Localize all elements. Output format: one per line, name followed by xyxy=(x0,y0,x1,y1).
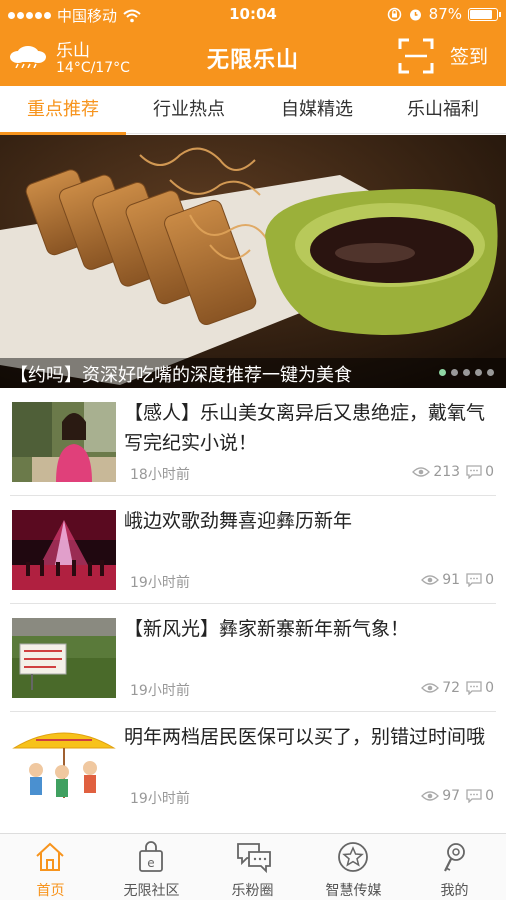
bottom-nav: 首页 e 无限社区 乐粉圈 智慧传媒 我的 xyxy=(0,833,506,900)
view-count: 91 xyxy=(442,572,461,588)
news-thumbnail xyxy=(12,618,116,698)
alarm-icon xyxy=(409,9,421,20)
comment-count: 0 xyxy=(485,464,494,480)
news-meta: 19小时前 97 0 xyxy=(130,788,494,808)
battery-icon xyxy=(468,7,501,21)
tab-industry-hot[interactable]: 行业热点 xyxy=(126,86,252,134)
signin-button[interactable]: 签到 xyxy=(450,42,488,69)
nav-label: 智慧传媒 xyxy=(325,883,382,899)
news-item[interactable]: 峨边欢歌劲舞喜迎彝历新年 19小时前 91 0 xyxy=(0,496,506,604)
app-bar: 乐山 14°C/17°C 无限乐山 签到 xyxy=(0,28,506,86)
comment-icon xyxy=(466,681,482,695)
banner-food-image xyxy=(0,135,506,388)
weather-city: 乐山 xyxy=(56,41,90,61)
home-icon xyxy=(36,842,64,871)
app-header: 中国移动 10:04 87% 乐山 14°C/17°C 无限乐山 签到 xyxy=(0,0,506,86)
comment-count: 0 xyxy=(485,572,494,588)
profile-icon xyxy=(444,843,465,872)
comment-count: 0 xyxy=(485,680,494,696)
status-bar: 中国移动 10:04 87% xyxy=(0,0,506,28)
nav-fan-circle[interactable]: 乐粉圈 xyxy=(202,834,303,900)
news-meta: 19小时前 91 0 xyxy=(130,572,494,592)
comment-icon xyxy=(466,789,482,803)
news-thumbnail xyxy=(12,726,116,806)
weather-widget[interactable]: 乐山 14°C/17°C xyxy=(8,36,158,80)
tab-self-media[interactable]: 自媒精选 xyxy=(254,86,380,134)
news-time: 19小时前 xyxy=(130,791,190,807)
news-item[interactable]: 【新风光】彝家新寨新年新气象！ 19小时前 72 0 xyxy=(0,604,506,712)
star-circle-icon xyxy=(338,842,368,872)
eye-icon xyxy=(412,467,431,477)
news-title: 【新风光】彝家新寨新年新气象！ xyxy=(124,618,410,640)
news-time: 18小时前 xyxy=(130,467,190,483)
featured-banner[interactable]: 【约吗】资深好吃嘴的深度推荐一键为美食 xyxy=(0,135,506,388)
nav-label: 我的 xyxy=(440,883,469,899)
category-tabs: 重点推荐 行业热点 自媒精选 乐山福利 xyxy=(0,86,506,135)
svg-text:e: e xyxy=(147,856,154,870)
news-title: 明年两档居民医保可以买了，别错过时间哦 xyxy=(124,726,486,748)
nav-label: 无限社区 xyxy=(123,883,180,899)
tab-leshan-benefits[interactable]: 乐山福利 xyxy=(380,86,506,134)
eye-icon xyxy=(421,683,440,693)
view-count: 97 xyxy=(442,788,461,804)
comment-icon xyxy=(466,465,482,479)
news-title: 【感人】乐山美女离异后又患绝症，戴氧气写完纪实小说！ xyxy=(124,402,486,454)
nav-profile[interactable]: 我的 xyxy=(404,834,505,900)
page-dot xyxy=(451,369,458,376)
nav-community[interactable]: e 无限社区 xyxy=(101,834,202,900)
banner-caption: 【约吗】资深好吃嘴的深度推荐一键为美食 xyxy=(10,365,352,386)
comment-icon xyxy=(466,573,482,587)
page-dot xyxy=(487,369,494,376)
news-time: 19小时前 xyxy=(130,575,190,591)
eye-icon xyxy=(421,791,440,801)
news-thumbnail xyxy=(12,402,116,482)
news-thumbnail xyxy=(12,510,116,590)
battery-percent: 87% xyxy=(428,5,462,23)
nav-label: 乐粉圈 xyxy=(231,883,274,899)
view-count: 72 xyxy=(442,680,461,696)
nav-label: 首页 xyxy=(36,883,65,899)
battery-level xyxy=(470,9,492,19)
news-meta: 19小时前 72 0 xyxy=(130,680,494,700)
page-dot xyxy=(475,369,482,376)
nav-home[interactable]: 首页 xyxy=(0,834,101,900)
community-bag-icon: e xyxy=(139,841,163,872)
comment-count: 0 xyxy=(485,788,494,804)
news-meta: 18小时前 213 0 xyxy=(130,464,494,484)
nav-smart-media[interactable]: 智慧传媒 xyxy=(303,834,404,900)
cloud-icon xyxy=(10,46,46,68)
news-title: 峨边欢歌劲舞喜迎彝历新年 xyxy=(124,510,353,532)
view-count: 213 xyxy=(433,464,461,480)
news-item[interactable]: 【感人】乐山美女离异后又患绝症，戴氧气写完纪实小说！ 18小时前 213 0 xyxy=(0,388,506,496)
page-dot xyxy=(463,369,470,376)
weather-temperature: 14°C/17°C xyxy=(56,60,130,76)
eye-icon xyxy=(421,575,440,585)
news-time: 19小时前 xyxy=(130,683,190,699)
page-dot xyxy=(439,369,446,376)
chat-bubbles-icon xyxy=(237,843,271,874)
tab-featured[interactable]: 重点推荐 xyxy=(0,86,126,135)
banner-page-indicator xyxy=(439,369,494,376)
banner-caption-bar: 【约吗】资深好吃嘴的深度推荐一键为美食 xyxy=(0,358,506,388)
news-item[interactable]: 明年两档居民医保可以买了，别错过时间哦 19小时前 97 0 xyxy=(0,712,506,820)
scan-icon[interactable] xyxy=(398,38,434,74)
orientation-lock-icon xyxy=(387,7,401,21)
